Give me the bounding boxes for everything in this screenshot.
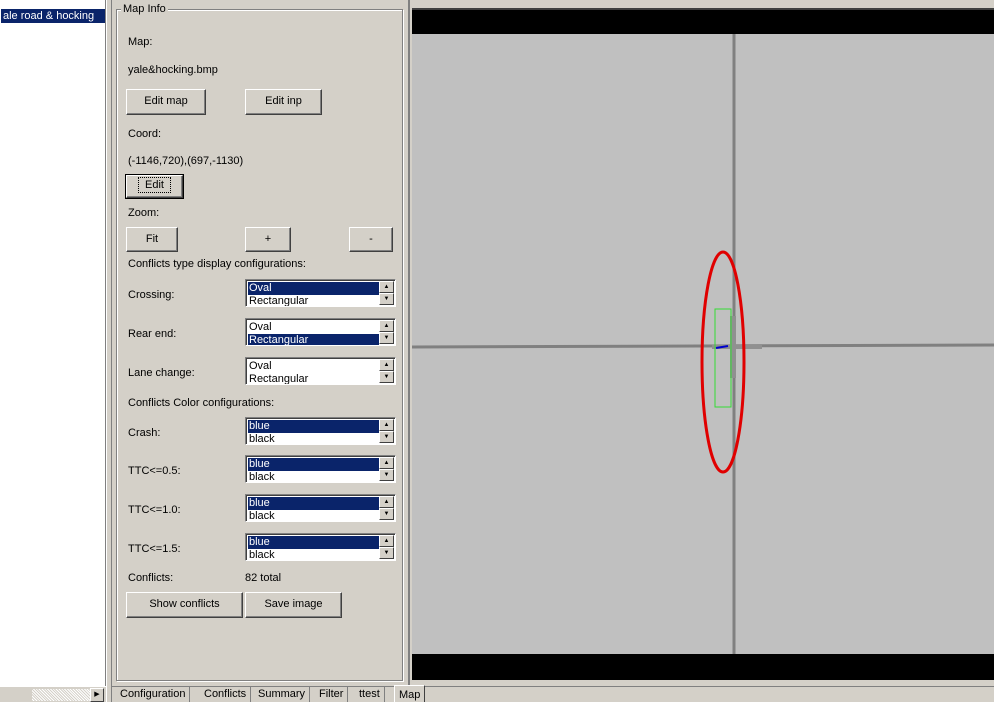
map-info-panel: Map Info Map: yale&hocking.bmp Edit map … — [112, 0, 408, 686]
zoom-fit-button[interactable]: Fit — [126, 227, 178, 252]
list-scrollbar[interactable]: ▲ ▼ — [379, 320, 394, 344]
list-option[interactable]: Oval — [248, 321, 379, 334]
tab-summary[interactable]: Summary — [254, 687, 311, 702]
edit-coord-button[interactable]: Edit — [125, 174, 184, 199]
list-option[interactable]: Oval — [248, 282, 379, 295]
scroll-up-arrow-icon[interactable]: ▲ — [379, 496, 394, 508]
tree-item-selected[interactable]: ale road & hocking — [1, 9, 105, 23]
list-option[interactable]: black — [248, 510, 379, 521]
map-label: Map: — [128, 36, 153, 48]
ttc-10-label: TTC<=1.0: — [128, 504, 181, 516]
scroll-down-arrow-icon[interactable]: ▼ — [379, 431, 394, 443]
list-option[interactable]: black — [248, 471, 379, 482]
conflicts-total: 82 total — [245, 572, 282, 584]
scroll-up-arrow-icon[interactable]: ▲ — [379, 419, 394, 431]
map-canvas[interactable] — [412, 8, 994, 680]
scroll-down-arrow-icon[interactable]: ▼ — [379, 332, 394, 344]
scroll-down-arrow-icon[interactable]: ▼ — [379, 469, 394, 481]
rear-end-label: Rear end: — [128, 328, 177, 340]
map-top-border — [412, 10, 994, 34]
crossing-shape-list[interactable]: Oval Rectangular ▲ ▼ — [245, 279, 396, 307]
scroll-up-arrow-icon[interactable]: ▲ — [379, 359, 394, 371]
scroll-up-arrow-icon[interactable]: ▲ — [379, 535, 394, 547]
crash-color-list[interactable]: blue black ▲ ▼ — [245, 417, 396, 445]
crossing-label: Crossing: — [128, 289, 175, 301]
ttc-05-color-list[interactable]: blue black ▲ ▼ — [245, 455, 396, 483]
map-bottom-border — [412, 654, 994, 680]
list-option[interactable]: blue — [248, 536, 379, 549]
scroll-up-arrow-icon[interactable]: ▲ — [379, 457, 394, 469]
scroll-down-arrow-icon[interactable]: ▼ — [379, 547, 394, 559]
ttc-15-color-list[interactable]: blue black ▲ ▼ — [245, 533, 396, 561]
tab-configuration[interactable]: Configuration — [116, 687, 191, 702]
tab-conflicts[interactable]: Conflicts — [200, 687, 252, 702]
bottom-tab-bar: Configuration Conflicts Summary Filter t… — [112, 685, 994, 702]
ttc-15-label: TTC<=1.5: — [128, 543, 181, 555]
scroll-right-arrow-icon[interactable]: ▶ — [90, 688, 104, 702]
map-view[interactable] — [408, 0, 994, 686]
list-scrollbar[interactable]: ▲ ▼ — [379, 359, 394, 383]
list-option[interactable]: Rectangular — [248, 373, 379, 384]
list-option[interactable]: blue — [248, 497, 379, 510]
list-scrollbar[interactable]: ▲ ▼ — [379, 496, 394, 520]
coord-label: Coord: — [128, 128, 162, 140]
list-option[interactable]: Rectangular — [248, 334, 379, 345]
list-option[interactable]: Rectangular — [248, 295, 379, 306]
lane-change-label: Lane change: — [128, 367, 195, 379]
conflicts-label: Conflicts: — [128, 572, 174, 584]
zoom-label: Zoom: — [128, 207, 160, 219]
zoom-out-button[interactable]: - — [349, 227, 393, 252]
crash-label: Crash: — [128, 427, 161, 439]
list-option[interactable]: black — [248, 549, 379, 560]
edit-inp-button[interactable]: Edit inp — [245, 89, 322, 115]
scroll-up-arrow-icon[interactable]: ▲ — [379, 281, 394, 293]
edit-coord-button-label: Edit — [138, 177, 171, 193]
list-scrollbar[interactable]: ▲ ▼ — [379, 281, 394, 305]
save-image-button[interactable]: Save image — [245, 592, 342, 618]
scrollbar-thumb[interactable] — [32, 689, 90, 701]
coord-value: (-1146,720),(697,-1130) — [128, 155, 244, 167]
list-option[interactable]: black — [248, 433, 379, 444]
list-option[interactable]: blue — [248, 420, 379, 433]
tree-horizontal-scrollbar[interactable]: ▶ — [0, 686, 106, 702]
tree-panel: ale road & hocking — [0, 0, 106, 686]
edit-map-button[interactable]: Edit map — [126, 89, 206, 115]
highlight-oval — [700, 250, 746, 474]
scroll-up-arrow-icon[interactable]: ▲ — [379, 320, 394, 332]
show-conflicts-button[interactable]: Show conflicts — [126, 592, 243, 618]
lane-change-shape-list[interactable]: Oval Rectangular ▲ ▼ — [245, 357, 396, 385]
list-option[interactable]: blue — [248, 458, 379, 471]
zoom-in-button[interactable]: + — [245, 227, 291, 252]
list-option[interactable]: Oval — [248, 360, 379, 373]
ttc-05-label: TTC<=0.5: — [128, 465, 181, 477]
ttc-10-color-list[interactable]: blue black ▲ ▼ — [245, 494, 396, 522]
scroll-down-arrow-icon[interactable]: ▼ — [379, 371, 394, 383]
tab-map[interactable]: Map — [394, 685, 426, 702]
color-heading: Conflicts Color configurations: — [128, 397, 275, 409]
map-filename: yale&hocking.bmp — [128, 64, 218, 76]
list-scrollbar[interactable]: ▲ ▼ — [379, 535, 394, 559]
tab-filter[interactable]: Filter — [315, 687, 349, 702]
map-drawing — [412, 10, 994, 680]
tab-ttest[interactable]: ttest — [355, 687, 385, 702]
scroll-down-arrow-icon[interactable]: ▼ — [379, 508, 394, 520]
conflict-box — [714, 308, 732, 408]
list-scrollbar[interactable]: ▲ ▼ — [379, 419, 394, 443]
conflict-type-heading: Conflicts type display configurations: — [128, 258, 306, 270]
rear-end-shape-list[interactable]: Oval Rectangular ▲ ▼ — [245, 318, 396, 346]
list-scrollbar[interactable]: ▲ ▼ — [379, 457, 394, 481]
scroll-down-arrow-icon[interactable]: ▼ — [379, 293, 394, 305]
groupbox-title: Map Info — [121, 3, 168, 15]
